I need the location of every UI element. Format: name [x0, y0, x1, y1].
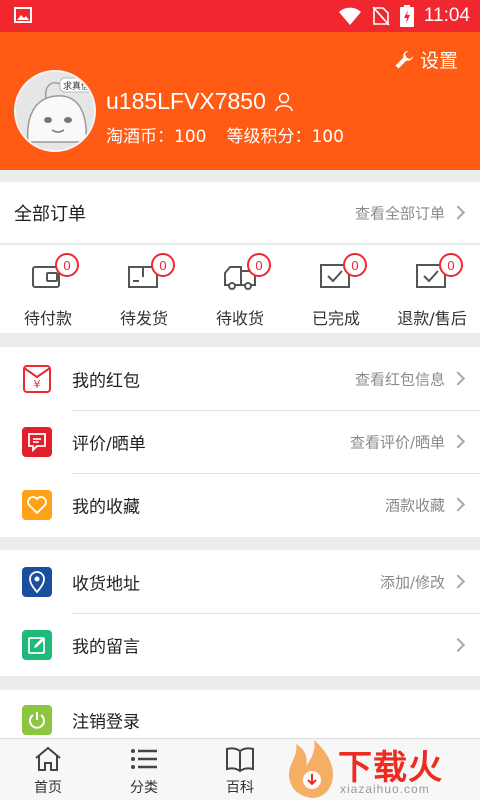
order-count-badge: 0 [151, 253, 175, 277]
view-favorites-link[interactable]: 酒款收藏 [385, 494, 466, 515]
chevron-right-icon [450, 434, 466, 449]
review-row[interactable]: 评价/晒单 查看评价/晒单 [0, 410, 480, 473]
location-pin-icon [22, 566, 52, 597]
order-count-badge: 0 [439, 253, 463, 277]
order-label: 已完成 [311, 309, 360, 328]
messages-link[interactable] [445, 637, 466, 652]
wrench-icon [395, 50, 413, 68]
settings-button[interactable]: 设置 [394, 46, 458, 73]
status-bar: 11:04 [0, 0, 480, 32]
clock: 11:04 [423, 5, 470, 26]
menu-group-1: ¥ 我的红包 查看红包信息 评价/晒单 查看评价/晒单 我的收藏 酒款收藏 [0, 347, 480, 537]
view-all-orders-link[interactable]: 查看全部订单 [355, 202, 466, 223]
username-row: u185LFVX7850 [106, 88, 294, 115]
no-sim-icon [372, 6, 390, 26]
menu-label: 注销登录 [72, 712, 140, 732]
order-pending-receipt[interactable]: 0 待收货 [192, 245, 288, 333]
tab-label: 分类 [130, 780, 158, 796]
order-pending-payment[interactable]: 0 待付款 [0, 245, 96, 333]
view-review-link[interactable]: 查看评价/晒单 [350, 431, 466, 452]
view-red-packet-link[interactable]: 查看红包信息 [355, 368, 466, 389]
user-icon [275, 92, 293, 111]
tab-category[interactable]: 分类 [96, 739, 192, 800]
list-icon [131, 749, 157, 769]
level-points-text: 等级积分：100 [226, 127, 344, 147]
all-orders-row[interactable]: 全部订单 查看全部订单 [0, 182, 480, 244]
order-label: 待发货 [119, 309, 168, 328]
my-messages-row[interactable]: 我的留言 [0, 613, 480, 676]
link-text: 查看评价/晒单 [349, 433, 445, 451]
watermark-url: xiazaihuo.com [340, 782, 430, 796]
svg-text:¥: ¥ [34, 378, 41, 391]
wifi-icon [338, 7, 361, 25]
order-count-badge: 0 [55, 253, 79, 277]
order-count-badge: 0 [343, 253, 367, 277]
order-pending-shipment[interactable]: 0 待发货 [96, 245, 192, 333]
edit-icon [22, 629, 52, 660]
power-icon [22, 704, 52, 735]
home-icon [35, 746, 61, 771]
order-label: 待收货 [215, 309, 264, 328]
points-info: 淘酒币：100 等级积分：100 [106, 122, 344, 147]
avatar-cartoon: 求真信 [16, 72, 94, 150]
address-row[interactable]: 收货地址 添加/修改 [0, 550, 480, 613]
tab-encyclopedia[interactable]: 百科 [192, 739, 288, 800]
image-icon [14, 7, 32, 23]
chat-bubble-icon [22, 426, 52, 457]
coins-text: 淘酒币：100 [106, 127, 207, 147]
avatar[interactable]: 求真信 [14, 70, 96, 152]
chevron-right-icon [450, 205, 466, 220]
red-packet-icon: ¥ [22, 364, 52, 394]
battery-charging-icon [399, 5, 414, 27]
menu-label: 评价/晒单 [72, 434, 146, 454]
chevron-right-icon [450, 574, 466, 589]
tab-label: 百科 [226, 780, 254, 796]
order-refund[interactable]: 0 退款/售后 [384, 245, 480, 333]
link-text: 酒款收藏 [384, 496, 445, 514]
heart-icon [22, 489, 52, 520]
order-count-badge: 0 [247, 253, 271, 277]
logout-row[interactable]: 注销登录 [0, 690, 480, 738]
username: u185LFVX7850 [106, 88, 266, 114]
my-red-packet-row[interactable]: ¥ 我的红包 查看红包信息 [0, 347, 480, 410]
order-label: 待付款 [23, 309, 72, 328]
menu-label: 我的留言 [72, 637, 140, 657]
edit-address-link[interactable]: 添加/修改 [380, 571, 466, 592]
order-completed[interactable]: 0 已完成 [288, 245, 384, 333]
menu-label: 我的收藏 [72, 497, 140, 517]
my-favorites-row[interactable]: 我的收藏 酒款收藏 [0, 473, 480, 536]
chevron-right-icon [450, 637, 466, 652]
order-status-bar: 0 待付款 0 待发货 0 待收货 0 已完成 0 退款/售后 [0, 245, 480, 333]
chevron-right-icon [450, 497, 466, 512]
book-icon [226, 747, 254, 773]
watermark-logo: 下载火 xiazaihuo.com [282, 738, 480, 800]
link-text: 查看红包信息 [354, 370, 445, 388]
chevron-right-icon [450, 371, 466, 386]
menu-label: 收货地址 [72, 574, 140, 594]
view-all-orders-text: 查看全部订单 [354, 204, 445, 222]
menu-label: 我的红包 [72, 371, 140, 391]
tab-label: 首页 [34, 780, 62, 796]
settings-label: 设置 [419, 50, 458, 72]
menu-group-3: 注销登录 [0, 690, 480, 738]
avatar-badge-text: 求真信 [63, 80, 90, 92]
profile-header: 设置 求真信 u185LFVX7850 淘酒币：100 等级积分：100 [0, 32, 480, 170]
flame-logo-icon [288, 740, 334, 798]
menu-group-2: 收货地址 添加/修改 我的留言 [0, 550, 480, 676]
all-orders-title: 全部订单 [14, 203, 86, 225]
link-text: 添加/修改 [379, 573, 445, 591]
order-label: 退款/售后 [397, 309, 467, 328]
tab-home[interactable]: 首页 [0, 739, 96, 800]
